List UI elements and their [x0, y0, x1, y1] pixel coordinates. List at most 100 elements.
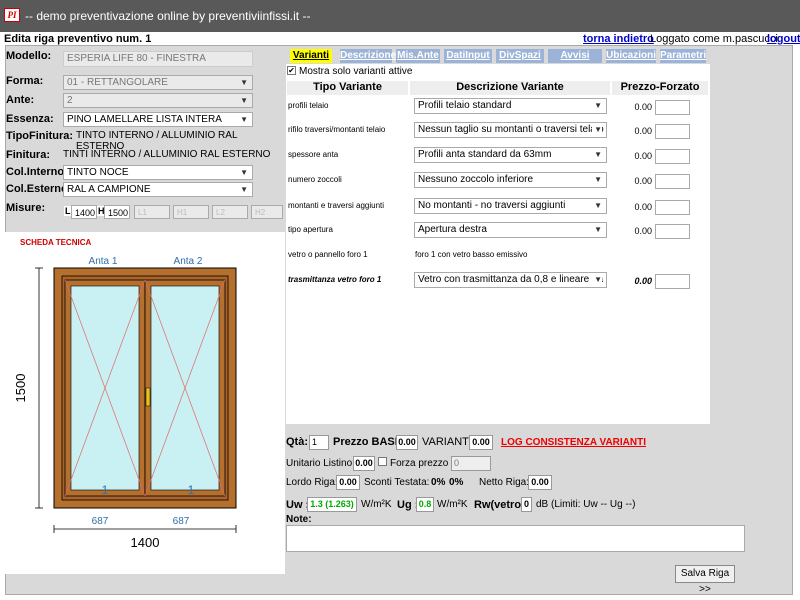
forced-price-input[interactable]	[655, 174, 690, 189]
col-header-price: Prezzo-Forzato	[612, 81, 708, 95]
colesterno-label: Col.Esterno:	[6, 183, 72, 195]
show-active-label: Mostra solo varianti attive	[299, 66, 413, 77]
colesterno-select[interactable]: RAL A CAMPIONE ▼	[63, 182, 253, 197]
modello-label: Modello:	[6, 50, 52, 62]
note-textarea[interactable]	[286, 525, 745, 552]
save-row-button[interactable]: Salva Riga >>	[675, 565, 735, 595]
forced-price-input[interactable]	[655, 274, 690, 289]
forced-price-input[interactable]	[655, 200, 690, 215]
variant-price: 0.00	[634, 202, 652, 212]
variant-select-value: No montanti - no traversi aggiunti	[418, 200, 566, 211]
variant-price: 0.00	[634, 102, 652, 112]
variant-select[interactable]: Nessuno zoccolo inferiore ▼	[414, 172, 607, 188]
tab-parametri[interactable]: Parametri	[660, 49, 706, 63]
variant-select[interactable]: Profili telaio standard ▼	[414, 98, 607, 114]
h1-input: H1	[173, 205, 209, 219]
rw-unit: dB (Limiti: Uw -- Ug --)	[536, 499, 636, 510]
tab-descrizione[interactable]: Descrizione	[340, 49, 396, 63]
netto-value: 0.00	[528, 475, 552, 490]
handle-icon	[145, 387, 151, 407]
h2-input: H2	[251, 205, 283, 219]
window-drawing: Anta 1 Anta 2 1 1 687 687 1400 1500	[13, 256, 237, 550]
tab-avvisi[interactable]: Avvisi	[548, 49, 602, 63]
dropdown-arrow-icon: ▼	[592, 148, 602, 162]
netto-label: Netto Riga:	[479, 477, 530, 488]
back-link[interactable]: torna indietro	[583, 33, 654, 45]
top-bar: PI -- demo preventivazione online by pre…	[0, 0, 800, 32]
ug-unit: W/m²K	[437, 499, 468, 510]
variant-select[interactable]: No montanti - no traversi aggiunti ▼	[414, 198, 607, 214]
show-active-checkbox[interactable]: ✔	[287, 66, 296, 75]
log-consistenza-link[interactable]: LOG CONSISTENZA VARIANTI	[501, 437, 646, 448]
lordo-value: 0.00	[336, 475, 360, 490]
height-input[interactable]: 1500	[104, 205, 130, 219]
qta-label: Qtà:	[286, 436, 308, 448]
variant-price: 0.00	[634, 176, 652, 186]
lordo-label: Lordo Riga:	[286, 477, 338, 488]
forced-price-input[interactable]	[655, 149, 690, 164]
variant-price: 0.00	[634, 151, 652, 161]
left-form: Modello: ESPERIA LIFE 80 - FINESTRA Form…	[5, 48, 285, 228]
width-input[interactable]: 1400	[71, 205, 97, 219]
variants-panel	[286, 64, 710, 424]
sconti-label: Sconti Testata:	[364, 477, 430, 488]
tab-divspazi[interactable]: DivSpazi	[496, 49, 544, 63]
variant-select[interactable]: Vetro con trasmittanza da 0,8 e lineare …	[414, 272, 607, 288]
qta-input[interactable]: 1	[309, 435, 329, 450]
forced-price-input[interactable]	[655, 124, 690, 139]
uw-unit: W/m²K	[361, 499, 392, 510]
rw-value: 0	[521, 497, 532, 512]
variant-select-value: Nessun taglio su montanti o traversi tel…	[418, 124, 604, 135]
variant-price: 0.00	[634, 276, 652, 286]
essenza-select[interactable]: PINO LAMELLARE LISTA INTERA ▼	[63, 112, 253, 127]
dropdown-arrow-icon: ▼	[592, 199, 602, 213]
variant-static-desc: foro 1 con vetro basso emissivo	[415, 250, 528, 259]
forza-input[interactable]: 0	[451, 456, 491, 471]
logo-icon: PI	[4, 8, 20, 22]
prezzo-base-value: 0.00	[396, 435, 418, 450]
ante-select: 2 ▼	[63, 93, 253, 108]
forza-prezzo-checkbox[interactable]	[378, 457, 387, 466]
forza-label: Forza prezzo :	[390, 458, 454, 469]
col-header-desc: Descrizione Variante	[410, 81, 610, 95]
tipofinitura-label: TipoFinitura:	[6, 130, 74, 142]
variant-select[interactable]: Nessun taglio su montanti o traversi tel…	[414, 122, 607, 138]
variant-price: 0.00	[634, 226, 652, 236]
colinterno-select[interactable]: TINTO NOCE ▼	[63, 165, 253, 180]
tab-mis-ante[interactable]: Mis.Ante	[396, 49, 440, 63]
sconto1-value: 0%	[431, 477, 446, 488]
tab-varianti[interactable]: Varianti	[290, 49, 332, 63]
note-label: Note:	[286, 514, 312, 525]
l1-input: L1	[134, 205, 170, 219]
unitario-label: Unitario Listino:	[286, 458, 355, 469]
app-title: -- demo preventivazione online by preven…	[25, 9, 311, 23]
variant-type-label: rifilo traversi/montanti telaio	[288, 125, 386, 134]
variant-select-value: Vetro con trasmittanza da 0,8 e lineare …	[418, 274, 607, 285]
page-header: Edita riga preventivo num. 1 torna indie…	[0, 32, 800, 45]
l2-input: L2	[212, 205, 248, 219]
misure-label: Misure:	[6, 202, 46, 214]
sconto2-value: 0%	[449, 477, 464, 488]
width2-label: 687	[173, 516, 190, 527]
variant-select[interactable]: Profili anta standard da 63mm ▼	[414, 147, 607, 163]
logout-link[interactable]: logout	[767, 33, 800, 45]
variant-type-label: tipo apertura	[288, 225, 333, 234]
forced-price-input[interactable]	[655, 224, 690, 239]
variant-type-label: vetro o pannello foro 1	[288, 250, 368, 259]
tab-ubicazioni[interactable]: Ubicazioni	[606, 49, 656, 63]
varianti-label: VARIANTI:	[422, 436, 475, 448]
variant-price: 0.00	[634, 126, 652, 136]
forma-select: 01 - RETTANGOLARE ▼	[63, 75, 253, 90]
sash2-number: 1	[188, 483, 195, 497]
variant-type-label: spessore anta	[288, 150, 339, 159]
tech-title: SCHEDA TECNICA	[20, 238, 92, 247]
variant-select[interactable]: Apertura destra ▼	[414, 222, 607, 238]
dropdown-arrow-icon: ▼	[592, 273, 602, 287]
tab-datiinput[interactable]: DatiInput	[444, 49, 492, 63]
sash1-number: 1	[102, 483, 109, 497]
modello-field: ESPERIA LIFE 80 - FINESTRA	[63, 51, 253, 67]
variant-type-label: montanti e traversi aggiunti	[288, 201, 385, 210]
dropdown-arrow-icon: ▼	[592, 99, 602, 113]
col-header-tipo: Tipo Variante	[287, 81, 408, 95]
forced-price-input[interactable]	[655, 100, 690, 115]
